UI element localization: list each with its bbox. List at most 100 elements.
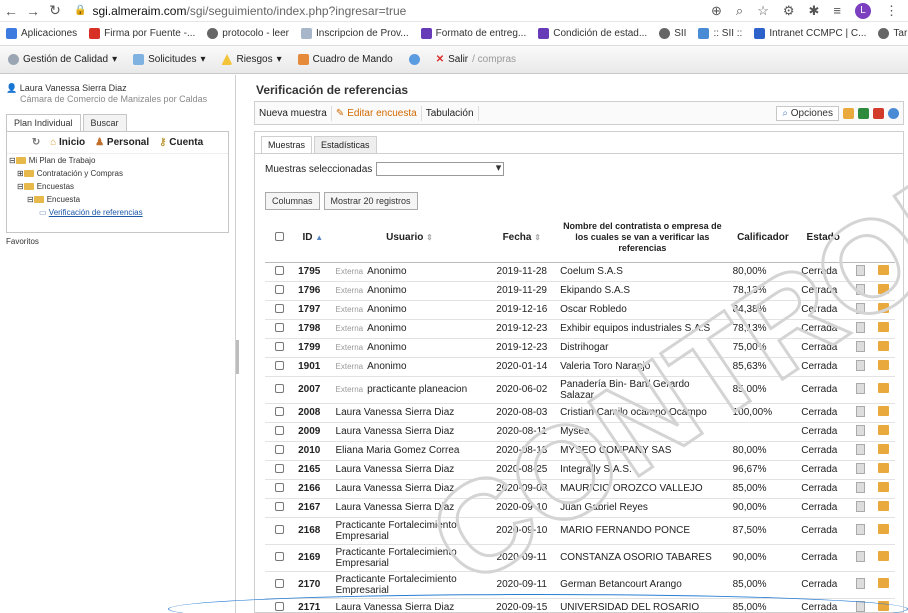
- row-checkbox[interactable]: [275, 444, 285, 454]
- row-checkbox[interactable]: [275, 303, 285, 313]
- opciones-button[interactable]: ⌕ Opciones: [776, 105, 839, 121]
- comment-icon[interactable]: [878, 406, 890, 416]
- col-calificador[interactable]: Calificador: [728, 214, 798, 263]
- table-row[interactable]: 2009 Laura Vanessa Sierra Diaz 2020-08-11 M…: [265, 422, 895, 442]
- help-icon[interactable]: [888, 107, 899, 119]
- mostrar-registros-button[interactable]: Mostrar 20 registros: [323, 192, 418, 210]
- menu-salir[interactable]: ✕ Salir / compras: [428, 54, 524, 65]
- personal-button[interactable]: ♟ Personal: [95, 137, 149, 148]
- bookmark-apps[interactable]: Aplicaciones: [0, 28, 83, 39]
- row-checkbox[interactable]: [275, 524, 285, 534]
- reload-icon[interactable]: ↻: [44, 2, 66, 19]
- comment-icon[interactable]: [878, 578, 890, 588]
- media-icon[interactable]: ≡: [833, 3, 841, 18]
- comment-icon[interactable]: [878, 425, 890, 435]
- tab-buscar[interactable]: Buscar: [82, 114, 127, 131]
- menu-riesgos[interactable]: Riesgos ▾: [213, 54, 289, 65]
- nueva-muestra-button[interactable]: Nueva muestra: [255, 105, 332, 121]
- row-checkbox[interactable]: [275, 360, 285, 370]
- tab-plan-individual[interactable]: Plan Individual: [6, 114, 81, 131]
- table-row[interactable]: 1796 Externa Anonimo 2019-11-29 Ekipando S.A…: [265, 281, 895, 301]
- pdf-icon[interactable]: [873, 107, 884, 119]
- comment-icon[interactable]: [878, 341, 890, 351]
- tree-verificacion[interactable]: ▭ Verificación de referencias: [9, 206, 228, 219]
- row-checkbox[interactable]: [275, 601, 285, 611]
- row-checkbox[interactable]: [275, 482, 285, 492]
- view-record-icon[interactable]: [856, 424, 866, 436]
- table-row[interactable]: 2010 Eliana Maria Gomez Correa 2020-08-13 M…: [265, 441, 895, 461]
- row-checkbox[interactable]: [275, 284, 285, 294]
- view-record-icon[interactable]: [856, 500, 866, 512]
- comment-icon[interactable]: [878, 265, 890, 275]
- tab-muestras[interactable]: Muestras: [261, 136, 313, 153]
- table-row[interactable]: 2007 Externa practicante planeacion 2020-06…: [265, 376, 895, 404]
- view-record-icon[interactable]: [856, 443, 866, 455]
- tree-contratacion[interactable]: ⊞ Contratación y Compras: [9, 167, 228, 180]
- row-checkbox[interactable]: [275, 551, 285, 561]
- editar-encuesta-button[interactable]: ✎ Editar encuesta: [332, 105, 422, 121]
- view-record-icon[interactable]: [856, 550, 866, 562]
- table-row[interactable]: 2008 Laura Vanessa Sierra Diaz 2020-08-03 C…: [265, 403, 895, 423]
- tabulacion-button[interactable]: Tabulación: [422, 105, 479, 121]
- select-all-checkbox[interactable]: [275, 231, 285, 241]
- tree-encuesta[interactable]: ⊟ Encuesta: [9, 193, 228, 206]
- view-record-icon[interactable]: [856, 340, 866, 352]
- zoom-icon[interactable]: ⌕: [736, 3, 743, 19]
- col-estado[interactable]: Estado: [797, 214, 850, 263]
- row-checkbox[interactable]: [275, 406, 285, 416]
- row-checkbox[interactable]: [275, 425, 285, 435]
- menu-dots-icon[interactable]: ⋮: [885, 3, 898, 19]
- comment-icon[interactable]: [878, 284, 890, 294]
- profile-avatar[interactable]: L: [855, 2, 871, 19]
- view-record-icon[interactable]: [856, 359, 866, 371]
- comment-icon[interactable]: [878, 303, 890, 313]
- forward-icon[interactable]: →: [22, 3, 44, 19]
- location-icon[interactable]: ⊕: [711, 3, 722, 19]
- col-fecha[interactable]: Fecha ⇕: [487, 214, 557, 263]
- bookmark-8[interactable]: Intranet CCMPC | C...: [748, 28, 872, 39]
- puzzle-icon[interactable]: ✱: [809, 3, 820, 19]
- comment-icon[interactable]: [878, 444, 890, 454]
- col-usuario[interactable]: Usuario ⇕: [331, 214, 488, 263]
- table-row[interactable]: 1799 Externa Anonimo 2019-12-23 Distrihogar 7…: [265, 338, 895, 358]
- menu-gestion-calidad[interactable]: Gestión de Calidad ▾: [0, 54, 125, 65]
- back-icon[interactable]: ←: [0, 3, 22, 19]
- view-record-icon[interactable]: [856, 481, 866, 493]
- bookmark-5[interactable]: Condición de estad...: [532, 28, 653, 39]
- view-record-icon[interactable]: [856, 302, 866, 314]
- view-record-icon[interactable]: [856, 321, 866, 333]
- view-record-icon[interactable]: [856, 264, 866, 276]
- edit-icon[interactable]: [843, 107, 854, 119]
- comment-icon[interactable]: [878, 482, 890, 492]
- row-checkbox[interactable]: [275, 341, 285, 351]
- table-row[interactable]: 2169 Practicante Fortalecimiento Empresar…: [265, 544, 895, 572]
- collapse-icon[interactable]: ⊟: [27, 195, 34, 204]
- bookmark-1[interactable]: Firma por Fuente -...: [83, 28, 201, 39]
- view-record-icon[interactable]: [856, 405, 866, 417]
- tree-encuestas[interactable]: ⊟ Encuestas: [9, 180, 228, 193]
- table-row[interactable]: 1795 Externa Anonimo 2019-11-28 Coelum S.A.S…: [265, 262, 895, 282]
- expand-icon[interactable]: ⊞: [17, 169, 24, 178]
- comment-icon[interactable]: [878, 501, 890, 511]
- favoritos-label[interactable]: Favoritos: [0, 233, 235, 250]
- row-checkbox[interactable]: [275, 322, 285, 332]
- address-bar[interactable]: 🔒 sgi.almeraim.com /sgi/seguimiento/inde…: [74, 4, 406, 18]
- excel-icon[interactable]: [858, 107, 869, 119]
- row-checkbox[interactable]: [275, 463, 285, 473]
- extension-icon[interactable]: ⚙: [783, 3, 795, 19]
- bookmark-9[interactable]: Tarifas_2019: [872, 28, 908, 39]
- table-row[interactable]: 1901 Externa Anonimo 2020-01-14 Valeria Toro…: [265, 357, 895, 377]
- comment-icon[interactable]: [878, 463, 890, 473]
- help-icon[interactable]: [401, 54, 428, 65]
- comment-icon[interactable]: [878, 360, 890, 370]
- table-row[interactable]: 2166 Laura Vanessa Sierra Diaz 2020-09-08 M…: [265, 479, 895, 499]
- tab-estadisticas[interactable]: Estadísticas: [314, 136, 377, 153]
- view-record-icon[interactable]: [856, 577, 866, 589]
- bookmark-4[interactable]: Formato de entreg...: [415, 28, 533, 39]
- bookmark-6[interactable]: SII: [653, 28, 692, 39]
- row-checkbox[interactable]: [275, 383, 285, 393]
- comment-icon[interactable]: [878, 551, 890, 561]
- inicio-button[interactable]: ⌂ Inicio: [50, 137, 85, 148]
- view-record-icon[interactable]: [856, 283, 866, 295]
- table-row[interactable]: 1797 Externa Anonimo 2019-12-16 Oscar Robled…: [265, 300, 895, 320]
